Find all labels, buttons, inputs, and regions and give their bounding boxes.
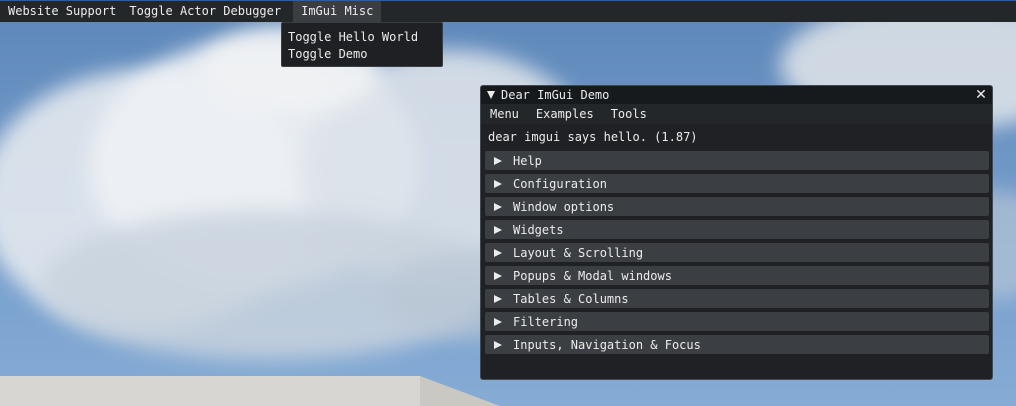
window-menu-examples[interactable]: Examples	[527, 104, 602, 124]
header-label: Tables & Columns	[513, 291, 629, 306]
expand-arrow-icon	[494, 202, 502, 211]
window-menu-menu[interactable]: Menu	[481, 104, 527, 124]
menu-website-support[interactable]: Website Support	[0, 1, 121, 22]
collapse-arrow-icon[interactable]	[487, 91, 495, 99]
header-layout-scrolling[interactable]: Layout & Scrolling	[485, 243, 989, 262]
menu-item-toggle-hello-world[interactable]: Toggle Hello World	[282, 29, 442, 46]
header-label: Help	[513, 153, 542, 168]
version-text: dear imgui says hello. (1.87)	[488, 130, 698, 144]
header-label: Inputs, Navigation & Focus	[513, 337, 701, 352]
ground-block	[0, 376, 420, 406]
expand-arrow-icon	[494, 294, 502, 303]
header-label: Window options	[513, 199, 615, 214]
header-label: Popups & Modal windows	[513, 268, 672, 283]
header-help[interactable]: Help	[485, 151, 989, 170]
imgui-demo-window: Dear ImGui Demo ✕ Menu Examples Tools de…	[480, 85, 993, 380]
header-label: Filtering	[513, 314, 579, 329]
expand-arrow-icon	[494, 248, 502, 257]
window-titlebar[interactable]: Dear ImGui Demo ✕	[481, 86, 992, 104]
header-widgets[interactable]: Widgets	[485, 220, 989, 239]
window-menu-tools[interactable]: Tools	[602, 104, 655, 124]
close-icon[interactable]: ✕	[974, 87, 988, 103]
menu-imgui-misc[interactable]: ImGui Misc	[293, 1, 382, 22]
window-menu-bar: Menu Examples Tools	[481, 104, 992, 124]
header-label: Widgets	[513, 222, 564, 237]
collapsing-header-list: Help Configuration Window options Widget…	[481, 151, 992, 354]
header-tables-columns[interactable]: Tables & Columns	[485, 289, 989, 308]
expand-arrow-icon	[494, 156, 502, 165]
ground-bevel	[420, 376, 500, 406]
imgui-misc-dropdown: Toggle Hello World Toggle Demo	[281, 22, 443, 67]
expand-arrow-icon	[494, 317, 502, 326]
window-title: Dear ImGui Demo	[501, 88, 610, 102]
header-popups-modal-windows[interactable]: Popups & Modal windows	[485, 266, 989, 285]
main-menu-bar: Website Support Toggle Actor Debugger Im…	[0, 0, 1016, 22]
expand-arrow-icon	[494, 340, 502, 349]
header-filtering[interactable]: Filtering	[485, 312, 989, 331]
header-window-options[interactable]: Window options	[485, 197, 989, 216]
header-label: Configuration	[513, 176, 607, 191]
header-label: Layout & Scrolling	[513, 245, 644, 260]
menu-toggle-actor-debugger[interactable]: Toggle Actor Debugger	[121, 1, 286, 22]
expand-arrow-icon	[494, 225, 502, 234]
header-inputs-navigation-focus[interactable]: Inputs, Navigation & Focus	[485, 335, 989, 354]
menu-item-toggle-demo[interactable]: Toggle Demo	[282, 46, 442, 63]
expand-arrow-icon	[494, 179, 502, 188]
expand-arrow-icon	[494, 271, 502, 280]
header-configuration[interactable]: Configuration	[485, 174, 989, 193]
